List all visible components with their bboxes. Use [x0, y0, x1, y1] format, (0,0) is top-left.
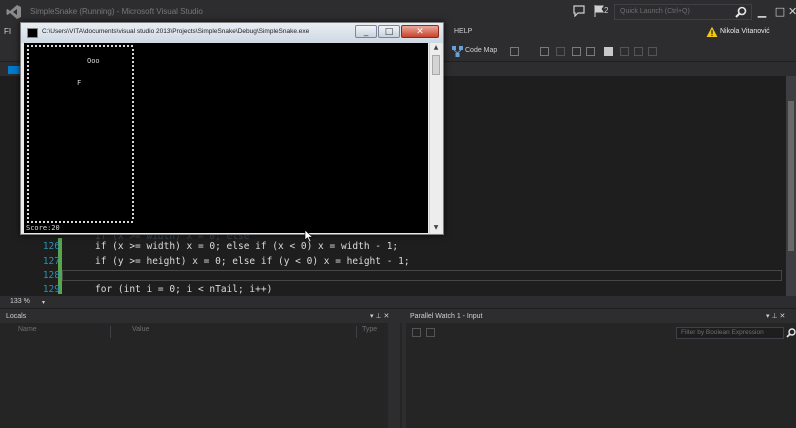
toolbar-prev-bookmark-icon[interactable]	[620, 47, 629, 56]
quick-launch-placeholder: Quick Launch (Ctrl+Q)	[620, 8, 690, 15]
zoom-dropdown-icon[interactable]: ▾	[42, 299, 45, 306]
console-scrollbar[interactable]: ▲ ▼	[429, 43, 441, 233]
console-close-button[interactable]: ✕	[401, 25, 439, 38]
warning-icon	[706, 26, 718, 37]
code-map-icon[interactable]	[452, 46, 463, 57]
locals-window-controls[interactable]: ▾ ⊥ ✕	[370, 312, 389, 320]
toolbar-uncomment-icon[interactable]	[586, 47, 595, 56]
close-button[interactable]: ✕	[788, 4, 796, 20]
snake: Ooo	[87, 57, 100, 65]
score-label: Score:20	[26, 224, 60, 232]
editor-vertical-scrollbar[interactable]	[786, 76, 796, 296]
search-icon[interactable]	[786, 328, 796, 338]
column-separator	[356, 326, 357, 338]
toolbar-indent-icon[interactable]	[556, 47, 565, 56]
feedback-icon[interactable]	[573, 5, 585, 17]
visual-studio-logo-icon	[6, 5, 21, 19]
menu-help[interactable]: HELP	[454, 28, 472, 35]
code-line[interactable]: for (int i = 0; i < nTail; i++)	[95, 284, 272, 295]
toolbar-stack-icon[interactable]	[540, 47, 549, 56]
line-number: 126	[42, 241, 60, 252]
scrollbar-thumb[interactable]	[788, 101, 794, 251]
code-line[interactable]: if (y >= height) x = 0; else if (y < 0) …	[95, 256, 410, 267]
filter-expression-input[interactable]: Filter by Boolean Expression	[676, 327, 784, 339]
locals-column-type[interactable]: Type	[362, 326, 377, 338]
maximize-button[interactable]: □	[772, 4, 788, 20]
menu-file[interactable]: FI	[4, 27, 11, 36]
vs-titlebar: SimpleSnake (Running) - Microsoft Visual…	[0, 0, 796, 24]
console-app-icon	[27, 28, 38, 38]
window-title: SimpleSnake (Running) - Microsoft Visual…	[30, 7, 203, 16]
locals-title[interactable]: Locals	[6, 313, 26, 320]
code-line[interactable]: if (x >= width) x = 0; else if (x < 0) x…	[95, 241, 398, 252]
toolbar-comment-icon[interactable]	[572, 47, 581, 56]
scroll-down-arrow-icon[interactable]: ▼	[430, 223, 442, 233]
console-titlebar[interactable]: C:\Users\VITA\documents\visual studio 20…	[21, 23, 443, 43]
locals-column-name[interactable]: Name	[18, 326, 37, 338]
right-wall	[131, 48, 135, 220]
zoom-level[interactable]: 133 %	[10, 298, 30, 305]
locals-panel	[0, 323, 402, 428]
fruit: F	[77, 79, 82, 87]
filter-placeholder: Filter by Boolean Expression	[681, 329, 764, 336]
console-output[interactable]: Ooo F Score:20	[24, 43, 428, 243]
toolbar-clear-bookmarks-icon[interactable]	[648, 47, 657, 56]
minimize-button[interactable]: ▁	[754, 4, 770, 20]
locals-header	[0, 309, 402, 323]
line-number: 127	[42, 256, 60, 267]
bookmark-icon[interactable]	[604, 47, 613, 56]
notification-count: 2	[604, 6, 609, 15]
locals-scrollbar[interactable]	[388, 323, 400, 428]
line-number: 128	[42, 270, 60, 281]
line-number: 129	[42, 284, 60, 295]
parallel-watch-window-controls[interactable]: ▾ ⊥ ✕	[766, 312, 785, 320]
column-separator	[110, 326, 111, 338]
console-maximize-button[interactable]: □	[378, 25, 400, 38]
toolbar-threads-icon[interactable]	[510, 47, 519, 56]
scroll-up-arrow-icon[interactable]: ▲	[430, 43, 442, 53]
quick-launch-input[interactable]: Quick Launch (Ctrl+Q)	[614, 4, 752, 20]
console-minimize-button[interactable]: _	[355, 25, 377, 38]
watch-filter-icon[interactable]	[426, 328, 435, 337]
parallel-watch-title[interactable]: Parallel Watch 1 - Input	[410, 313, 483, 320]
add-watch-icon[interactable]	[412, 328, 421, 337]
active-document-tab[interactable]	[8, 66, 20, 74]
console-scrollbar-thumb[interactable]	[432, 55, 440, 75]
notifications-flag-icon[interactable]	[594, 5, 604, 17]
search-icon[interactable]	[735, 6, 747, 18]
top-wall	[26, 44, 135, 48]
editor-status-strip	[0, 296, 796, 308]
account-name[interactable]: Nikola Vitanović	[720, 28, 770, 35]
toolbar-next-bookmark-icon[interactable]	[634, 47, 643, 56]
console-window[interactable]: C:\Users\VITA\documents\visual studio 20…	[20, 22, 444, 243]
locals-column-value[interactable]: Value	[132, 326, 149, 338]
current-line-highlight	[62, 270, 782, 281]
code-map-button[interactable]: Code Map	[465, 47, 497, 54]
console-title: C:\Users\VITA\documents\visual studio 20…	[42, 28, 310, 35]
left-wall	[26, 48, 30, 220]
mouse-pointer-icon	[304, 229, 314, 243]
